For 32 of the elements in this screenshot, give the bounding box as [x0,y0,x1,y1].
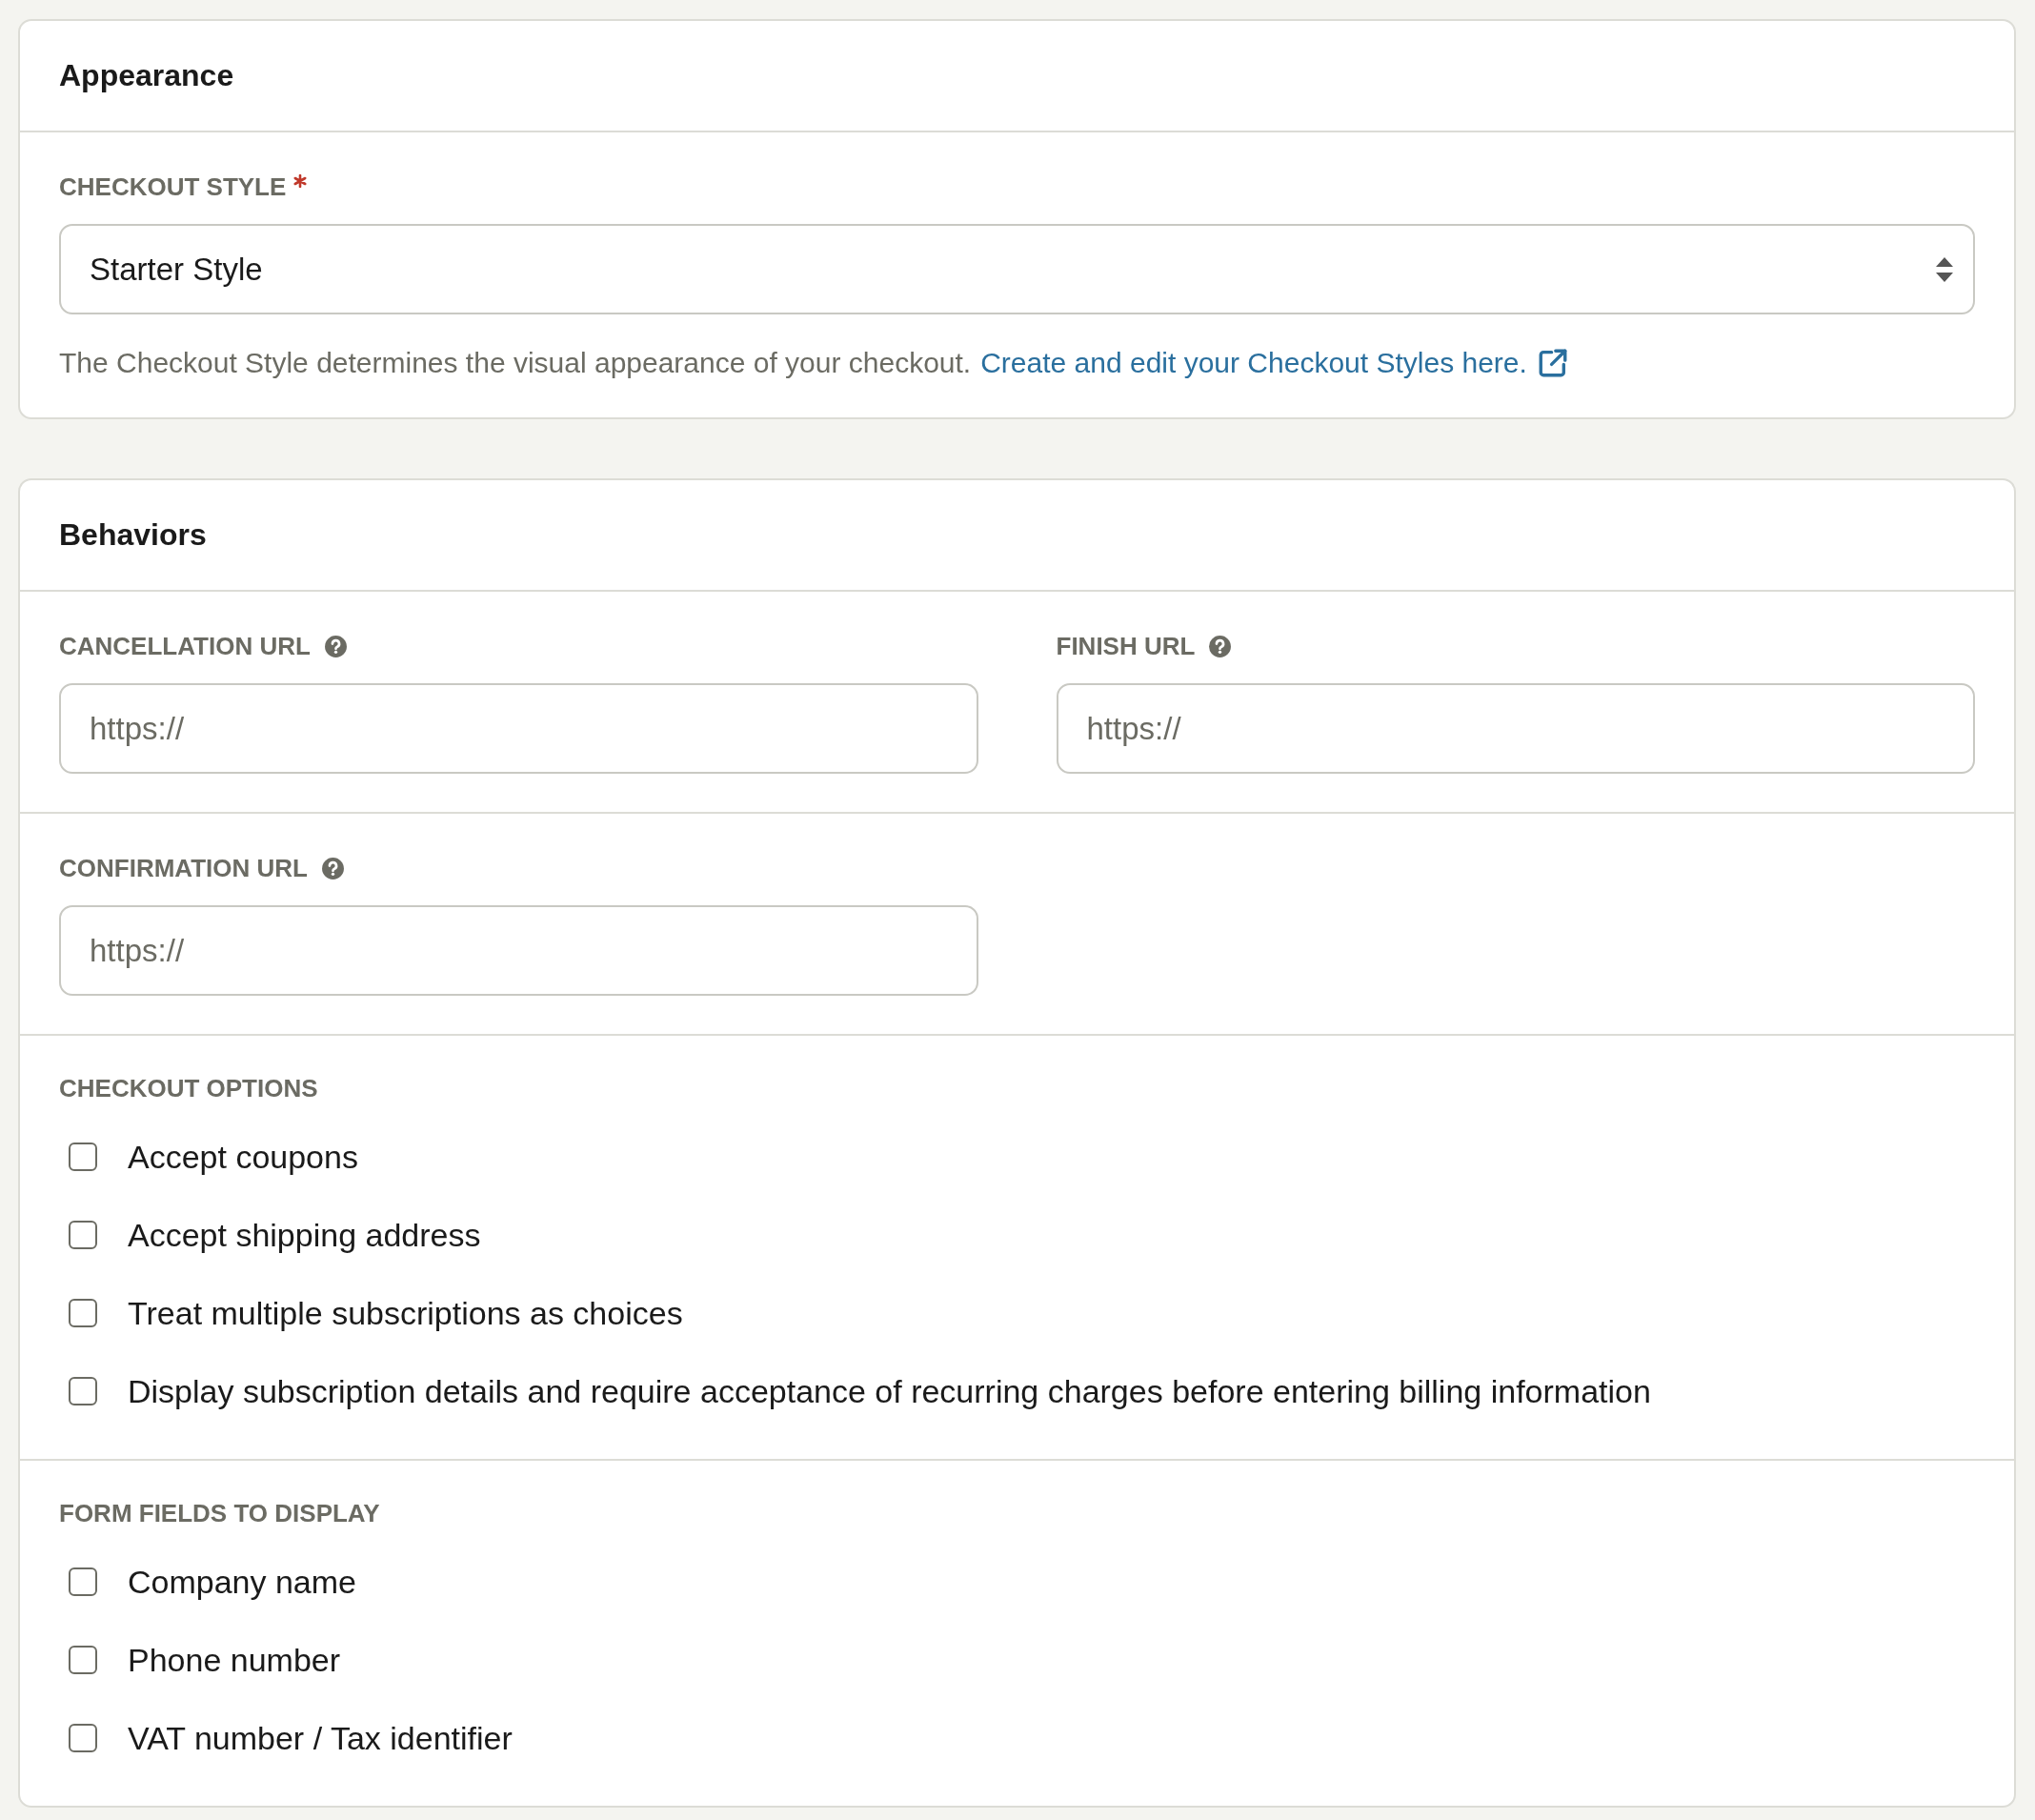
checkbox-label: Treat multiple subscriptions as choices [128,1294,683,1332]
checkbox[interactable] [69,1646,97,1674]
card-title: Appearance [59,58,234,93]
checkbox-label: Company name [128,1563,356,1601]
help-icon[interactable] [320,856,345,880]
group-label: CHECKOUT OPTIONS [59,1073,318,1103]
url-input[interactable]: https:// [1056,683,1975,774]
checkbox-label: VAT number / Tax identifier [128,1719,513,1757]
checkbox[interactable] [69,1724,97,1752]
checkbox-label: Accept coupons [128,1138,358,1176]
field-label: FINISH URL [1056,631,1196,661]
help-icon[interactable] [323,634,348,658]
checkbox[interactable] [69,1143,97,1171]
field-label: CANCELLATION URL [59,631,311,661]
checkbox-label: Accept shipping address [128,1216,481,1254]
checkout-style-select[interactable]: Starter Style [59,224,1975,314]
url-input[interactable]: https:// [59,683,978,774]
checkbox[interactable] [69,1299,97,1327]
field-label: CONFIRMATION URL [59,853,308,883]
checkbox-label: Display subscription details and require acceptance of recurring charges before entering billing information [128,1372,1651,1410]
help-text: The Checkout Style determines the visual appearance of your checkout. [59,347,972,379]
checkbox-label: Phone number [128,1641,341,1679]
checkbox[interactable] [69,1567,97,1596]
card-title: Behaviors [59,517,207,553]
field-label: CHECKOUT STYLE [59,172,287,202]
sort-arrows-icon [1935,255,1954,283]
url-input[interactable]: https:// [59,905,978,996]
group-label: FORM FIELDS TO DISPLAY [59,1498,380,1528]
checkbox[interactable] [69,1221,97,1249]
checkout-styles-link[interactable]: Create and edit your Checkout Styles here. [980,347,1527,379]
help-icon[interactable] [1208,634,1233,658]
checkbox[interactable] [69,1377,97,1405]
